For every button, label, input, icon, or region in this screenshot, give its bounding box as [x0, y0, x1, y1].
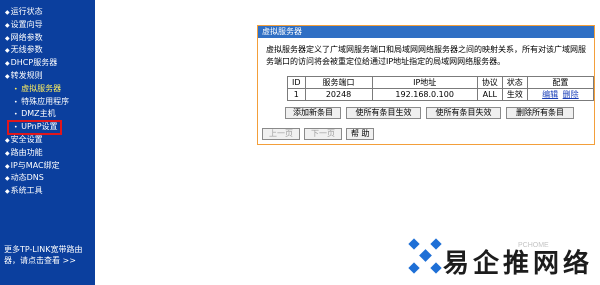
cell-protocol: ALL — [476, 88, 503, 101]
sidebar-item-upnp[interactable]: • UPnP设置 — [7, 120, 62, 135]
sidebar-item-run-status[interactable]: ◆运行状态 — [0, 6, 95, 19]
sidebar-item-label: 动态DNS — [10, 173, 44, 183]
bullet-icon: ◆ — [5, 47, 10, 55]
sidebar-item-label: 虚拟服务器 — [21, 83, 62, 93]
sidebar-item-label: 路由功能 — [10, 147, 43, 157]
sidebar-item-label: UPnP设置 — [21, 122, 58, 132]
bullet-icon: ◆ — [5, 175, 10, 183]
header-protocol: 协议 — [476, 76, 503, 89]
sidebar-item-system-tools[interactable]: ◆系统工具 — [0, 185, 95, 198]
sidebar-item-setup-wizard[interactable]: ◆设置向导 — [0, 19, 95, 32]
cell-ip: 192.168.0.100 — [371, 88, 478, 101]
help-button[interactable]: 帮 助 — [346, 128, 374, 140]
virtual-server-panel: 虚拟服务器 虚拟服务器定义了广域网服务端口和局域网网络服务器之间的映射关系，所有… — [257, 25, 595, 145]
edit-link[interactable]: 编辑 — [542, 90, 558, 99]
sidebar-item-label: DHCP服务器 — [10, 58, 58, 68]
table-header-row: ID 服务端口 IP地址 协议 状态 配置 — [287, 76, 595, 89]
sidebar-item-label: 设置向导 — [10, 19, 43, 29]
header-id: ID — [287, 76, 306, 89]
sidebar-item-special-apps[interactable]: • 特殊应用程序 — [0, 96, 95, 109]
bullet-icon: ◆ — [5, 9, 10, 16]
brand-watermark: PCHOME — [518, 242, 549, 249]
brand-mark-icon — [408, 238, 442, 274]
sidebar-item-label: 无线参数 — [10, 45, 43, 55]
bullet-icon: ◆ — [5, 136, 10, 144]
cell-id: 1 — [287, 88, 306, 101]
more-products-link[interactable]: 更多TP-LINK宽带路由 器，请点击查看 >> — [4, 244, 94, 266]
header-port: 服务端口 — [304, 76, 373, 89]
sidebar-item-label: 特殊应用程序 — [21, 96, 70, 106]
sidebar-item-label: 系统工具 — [10, 186, 43, 196]
more-products-line1: 更多TP-LINK宽带路由 — [4, 245, 83, 254]
sidebar-item-routing[interactable]: ◆路由功能 — [0, 147, 95, 160]
cell-config: 编辑 删除 — [526, 88, 595, 101]
sidebar: ◆运行状态 ◆设置向导 ◆网络参数 ◆无线参数 ◆DHCP服务器 ◆转发规则 •… — [0, 0, 95, 285]
sidebar-item-forwarding[interactable]: ◆转发规则 — [0, 70, 95, 83]
delete-all-button[interactable]: 删除所有条目 — [506, 107, 574, 119]
sidebar-item-ip-mac-binding[interactable]: ◆IP与MAC绑定 — [0, 160, 95, 173]
cell-status: 生效 — [501, 88, 528, 101]
bullet-icon: ◆ — [5, 72, 10, 80]
sidebar-item-network[interactable]: ◆网络参数 — [0, 32, 95, 45]
panel-title: 虚拟服务器 — [258, 26, 594, 38]
next-page-button[interactable]: 下一页 — [304, 128, 342, 140]
bullet-icon: ◆ — [5, 188, 10, 196]
sidebar-item-label: 安全设置 — [10, 134, 43, 144]
sidebar-item-label: 转发规则 — [10, 70, 43, 80]
prev-page-button[interactable]: 上一页 — [262, 128, 300, 140]
header-status: 状态 — [501, 76, 528, 89]
bullet-icon: ◆ — [5, 21, 10, 29]
virtual-server-table: ID 服务端口 IP地址 协议 状态 配置 1 20248 192.168.0.… — [287, 76, 595, 101]
disable-all-button[interactable]: 使所有条目失效 — [426, 107, 501, 119]
bullet-icon: ◆ — [5, 149, 10, 157]
add-entry-button[interactable]: 添加新条目 — [285, 107, 341, 119]
sidebar-item-wireless[interactable]: ◆无线参数 — [0, 44, 95, 57]
table-row: 1 20248 192.168.0.100 ALL 生效 编辑 删除 — [287, 88, 595, 101]
sidebar-item-dhcp[interactable]: ◆DHCP服务器 — [0, 57, 95, 70]
sidebar-nav: ◆运行状态 ◆设置向导 ◆网络参数 ◆无线参数 ◆DHCP服务器 ◆转发规则 •… — [0, 0, 95, 198]
sidebar-item-label: 运行状态 — [10, 7, 43, 16]
sidebar-item-label: IP与MAC绑定 — [10, 160, 60, 170]
sidebar-item-security[interactable]: ◆安全设置 — [0, 134, 95, 147]
more-products-line2: 器，请点击查看 >> — [4, 256, 76, 265]
sidebar-item-label: DMZ主机 — [21, 109, 56, 119]
delete-link[interactable]: 删除 — [563, 90, 579, 99]
bullet-icon: ◆ — [5, 34, 10, 42]
cell-port: 20248 — [304, 88, 373, 101]
bullet-icon: ◆ — [5, 162, 10, 170]
bullet-icon: • — [14, 85, 18, 93]
sidebar-item-dmz[interactable]: • DMZ主机 — [0, 108, 95, 121]
sidebar-item-ddns[interactable]: ◆动态DNS — [0, 172, 95, 185]
header-config: 配置 — [526, 76, 595, 89]
enable-all-button[interactable]: 使所有条目生效 — [346, 107, 421, 119]
panel-description: 虚拟服务器定义了广域网服务端口和局域网网络服务器之间的映射关系，所有对该广域网服… — [266, 45, 586, 66]
bullet-icon: ◆ — [5, 60, 10, 68]
bullet-icon: • — [14, 111, 18, 119]
bullet-icon: • — [14, 124, 18, 132]
bullet-icon: • — [14, 98, 18, 106]
sidebar-item-label: 网络参数 — [10, 32, 43, 42]
header-ip: IP地址 — [371, 76, 478, 89]
sidebar-item-virtual-server[interactable]: • 虚拟服务器 — [0, 83, 95, 96]
